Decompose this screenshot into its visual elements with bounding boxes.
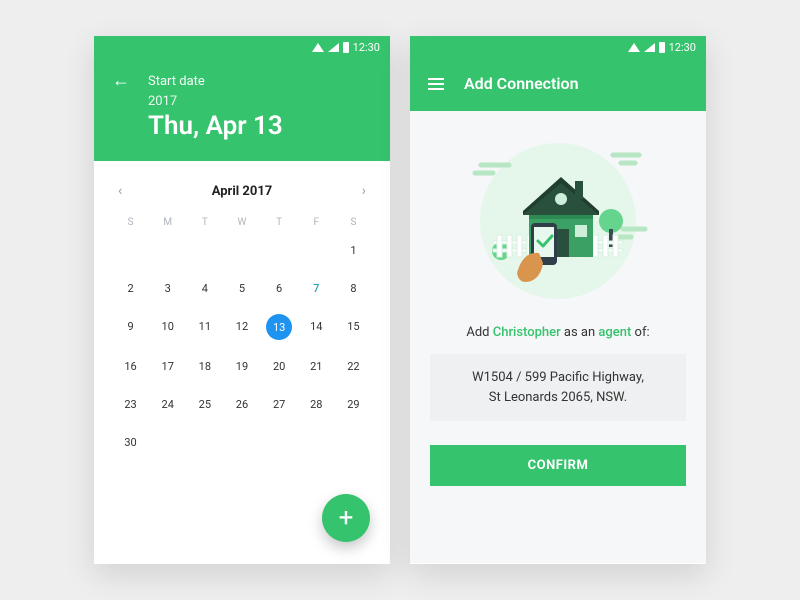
month-label: April 2017: [212, 184, 273, 199]
prev-month-chevron-icon[interactable]: ‹: [112, 179, 128, 203]
menu-hamburger-icon[interactable]: [428, 78, 444, 90]
day-cell[interactable]: 17: [149, 354, 186, 378]
day-cell[interactable]: 7: [298, 276, 335, 300]
day-cell[interactable]: 11: [186, 314, 223, 338]
selected-date: Thu, Apr 13: [148, 111, 372, 141]
add-fab-button[interactable]: +: [322, 494, 370, 542]
day-cell[interactable]: 9: [112, 314, 149, 338]
confirm-button[interactable]: CONFIRM: [430, 445, 686, 486]
calendar-header: ← Start date 2017 Thu, Apr 13: [94, 58, 390, 161]
day-cell[interactable]: 25: [186, 392, 223, 416]
status-time: 12:30: [669, 41, 696, 54]
day-empty: [112, 238, 149, 262]
day-empty: [261, 238, 298, 262]
day-cell[interactable]: 26: [223, 392, 260, 416]
day-cell[interactable]: 8: [335, 276, 372, 300]
add-connection-screen: 12:30 Add Connection: [410, 36, 706, 564]
start-date-label: Start date: [148, 74, 205, 89]
day-cell[interactable]: 24: [149, 392, 186, 416]
house-illustration: [463, 133, 653, 303]
calendar-body: ‹ April 2017 › SMTWTFS 12345678910111213…: [94, 161, 390, 454]
day-cell[interactable]: 23: [112, 392, 149, 416]
sentence-mid: as an: [561, 325, 599, 340]
status-bar: 12:30: [94, 36, 390, 58]
connection-header: Add Connection: [410, 58, 706, 111]
day-cell[interactable]: 6: [261, 276, 298, 300]
day-cell[interactable]: 12: [223, 314, 260, 338]
sentence-post: of:: [631, 325, 649, 340]
day-cell[interactable]: 1: [335, 238, 372, 262]
next-month-chevron-icon[interactable]: ›: [356, 179, 372, 203]
day-cell[interactable]: 29: [335, 392, 372, 416]
dow-cell: S: [112, 217, 149, 228]
battery-icon: [343, 42, 349, 53]
day-cell[interactable]: 13: [266, 314, 292, 340]
dow-cell: F: [298, 217, 335, 228]
day-empty: [186, 238, 223, 262]
day-cell[interactable]: 30: [112, 430, 149, 454]
selected-year[interactable]: 2017: [148, 94, 372, 109]
day-empty: [149, 238, 186, 262]
dow-cell: S: [335, 217, 372, 228]
day-cell[interactable]: 5: [223, 276, 260, 300]
day-of-week-row: SMTWTFS: [112, 217, 372, 228]
back-arrow-icon[interactable]: ←: [112, 72, 130, 90]
address-line-2: St Leonards 2065, NSW.: [442, 388, 674, 408]
day-empty: [223, 238, 260, 262]
connection-role: agent: [598, 325, 631, 340]
address-line-1: W1504 / 599 Pacific Highway,: [442, 368, 674, 388]
signal-icon: [644, 43, 655, 52]
status-bar: 12:30: [410, 36, 706, 58]
day-cell[interactable]: 3: [149, 276, 186, 300]
calendar-screen: 12:30 ← Start date 2017 Thu, Apr 13 ‹ Ap…: [94, 36, 390, 564]
battery-icon: [659, 42, 665, 53]
day-cell[interactable]: 16: [112, 354, 149, 378]
day-empty: [298, 238, 335, 262]
wifi-icon: [628, 43, 640, 52]
dow-cell: T: [261, 217, 298, 228]
day-cell[interactable]: 28: [298, 392, 335, 416]
connection-body: Add Christopher as an agent of: W1504 / …: [410, 111, 706, 563]
dow-cell: W: [223, 217, 260, 228]
address-card: W1504 / 599 Pacific Highway, St Leonards…: [430, 354, 686, 421]
plus-icon: +: [339, 503, 354, 533]
day-cell[interactable]: 10: [149, 314, 186, 338]
dow-cell: M: [149, 217, 186, 228]
page-title: Add Connection: [464, 74, 579, 93]
day-cell[interactable]: 27: [261, 392, 298, 416]
calendar-grid: 1234567891011121314151617181920212223242…: [112, 238, 372, 454]
dow-cell: T: [186, 217, 223, 228]
day-cell[interactable]: 4: [186, 276, 223, 300]
day-cell[interactable]: 19: [223, 354, 260, 378]
day-cell[interactable]: 22: [335, 354, 372, 378]
wifi-icon: [312, 43, 324, 52]
day-cell[interactable]: 21: [298, 354, 335, 378]
status-time: 12:30: [353, 41, 380, 54]
day-cell[interactable]: 2: [112, 276, 149, 300]
connection-sentence: Add Christopher as an agent of:: [430, 325, 686, 340]
signal-icon: [328, 43, 339, 52]
sentence-pre: Add: [466, 325, 492, 340]
day-cell[interactable]: 15: [335, 314, 372, 338]
day-cell[interactable]: 18: [186, 354, 223, 378]
connection-name: Christopher: [493, 325, 561, 340]
day-cell[interactable]: 14: [298, 314, 335, 338]
day-cell[interactable]: 20: [261, 354, 298, 378]
